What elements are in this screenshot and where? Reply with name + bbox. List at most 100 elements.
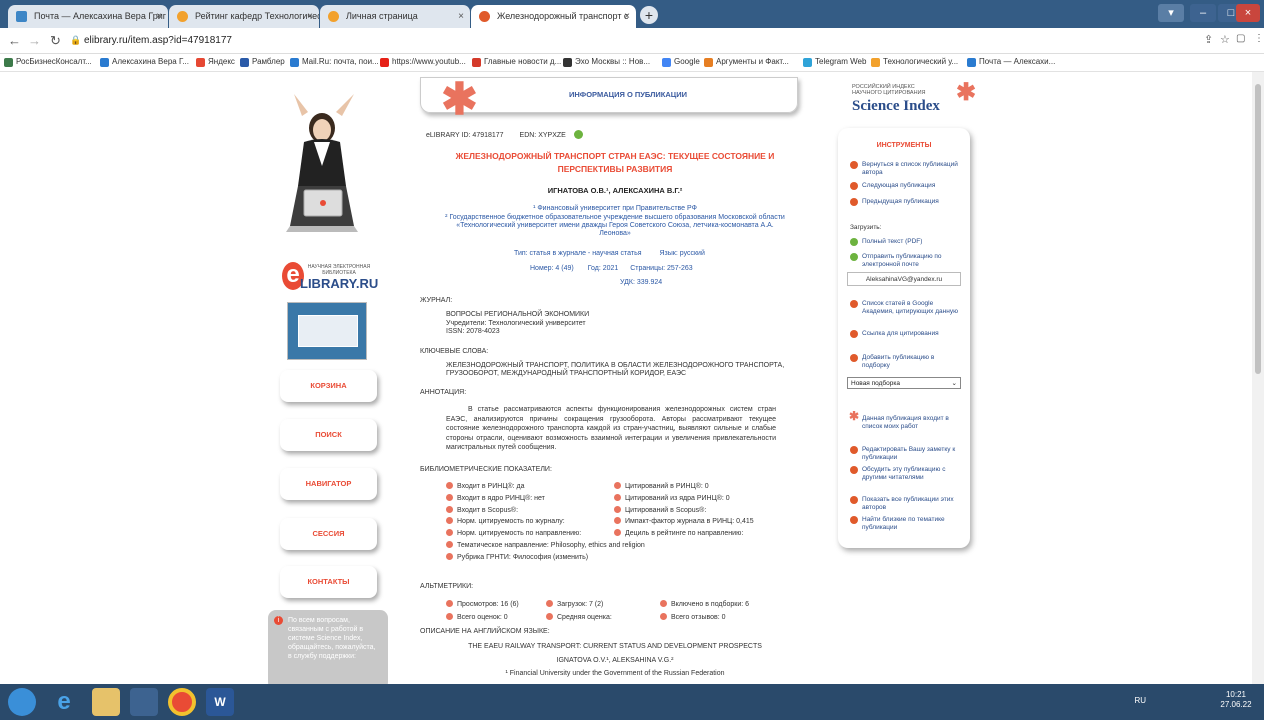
sidebar-icon[interactable]: ▢ xyxy=(1236,33,1245,44)
science-index-logo[interactable]: РОССИЙСКИЙ ИНДЕКС НАУЧНОГО ЦИТИРОВАНИЯ S… xyxy=(852,79,976,120)
bookmark-item[interactable]: Mail.Ru: почта, пои... xyxy=(290,57,379,67)
close-icon[interactable]: × xyxy=(624,5,630,28)
cart-button[interactable]: КОРЗИНА xyxy=(280,370,377,402)
show-all-link[interactable]: Показать все публикации этих авторов xyxy=(850,496,962,512)
close-window-icon[interactable]: × xyxy=(1236,4,1260,22)
scrollbar-thumb[interactable] xyxy=(1255,84,1261,374)
alt-text: Средняя оценка: xyxy=(557,614,612,621)
bookmark-item[interactable]: Эхо Москвы :: Нов... xyxy=(563,57,650,67)
help-icon[interactable] xyxy=(446,493,453,501)
altmetrics-label: АЛЬТМЕТРИКИ: xyxy=(420,583,474,590)
navigator-button[interactable]: НАВИГАТОР xyxy=(280,468,377,500)
help-icon[interactable] xyxy=(446,482,453,489)
folder-icon[interactable] xyxy=(92,688,120,716)
collection-select[interactable]: Новая подборка ⌄ xyxy=(847,377,961,389)
bookmark-item[interactable]: Google xyxy=(662,57,700,67)
taskbar: e W RU 10:21 27.06.22 xyxy=(0,684,1264,720)
clock[interactable]: 10:21 27.06.22 xyxy=(1216,690,1256,710)
media-icon[interactable] xyxy=(130,688,158,716)
contacts-button[interactable]: КОНТАКТЫ xyxy=(280,566,377,598)
add-to-collection-link[interactable]: Добавить публикацию в подборку xyxy=(850,354,962,370)
cite-link[interactable]: Ссылка для цитирования xyxy=(850,330,962,338)
edit-note-link[interactable]: Редактировать Вашу заметку к публикации xyxy=(850,446,962,462)
tab-current[interactable]: Железнодорожный транспорт с × xyxy=(471,5,636,28)
close-icon[interactable]: × xyxy=(307,5,313,28)
help-icon[interactable] xyxy=(614,505,621,513)
profile-icon[interactable]: ▾ xyxy=(1158,4,1184,22)
help-icon[interactable] xyxy=(546,613,553,620)
bookmark-item[interactable]: Главные новости д... xyxy=(472,57,561,67)
help-icon[interactable] xyxy=(446,600,453,607)
star-icon[interactable]: ☆ xyxy=(1220,33,1230,46)
journal-cover-thumbnail[interactable] xyxy=(287,302,367,360)
reload-icon[interactable]: ↻ xyxy=(50,33,61,49)
help-icon[interactable] xyxy=(614,493,621,501)
forward-icon[interactable]: → xyxy=(28,33,41,48)
search-button[interactable]: ПОИСК xyxy=(280,419,377,451)
help-icon[interactable] xyxy=(546,600,553,607)
bookmark-item[interactable]: Алексахина Вера Г... xyxy=(100,57,189,67)
new-tab-button[interactable]: + xyxy=(640,6,658,24)
biblio-text: Норм. цитируемость по журналу: xyxy=(457,518,565,526)
help-icon[interactable] xyxy=(614,482,621,489)
find-similar-link[interactable]: Найти близкие по тематике публикации xyxy=(850,516,962,532)
menu-icon[interactable]: ⋮ xyxy=(1254,33,1264,44)
word-icon[interactable]: W xyxy=(206,688,234,716)
ie-icon[interactable]: e xyxy=(50,688,78,716)
help-icon[interactable] xyxy=(614,529,621,537)
help-icon[interactable] xyxy=(446,505,453,513)
authors[interactable]: ИГНАТОВА О.В.¹, АЛЕКСАХИНА В.Г.² xyxy=(420,186,810,195)
journal-name[interactable]: ВОПРОСЫ РЕГИОНАЛЬНОЙ ЭКОНОМИКИ xyxy=(446,311,589,318)
affiliation-2[interactable]: ² Государственное бюджетное образователь… xyxy=(440,214,790,238)
full-text-link[interactable]: Полный текст (PDF) xyxy=(850,238,962,246)
language-indicator[interactable]: RU xyxy=(1134,696,1146,705)
bookmark-item[interactable]: РосБизнесКонсалт... xyxy=(4,57,92,67)
biblio-item: Цитирований в РИНЦ®: 0 xyxy=(614,481,814,493)
back-to-list-link[interactable]: Вернуться в список публикаций автора xyxy=(850,161,962,177)
send-email-link[interactable]: Отправить публикацию по электронной почт… xyxy=(850,253,962,269)
scrollbar[interactable] xyxy=(1252,72,1264,684)
help-icon[interactable] xyxy=(446,529,453,537)
tab-mail[interactable]: Почта — Алексахина Вера Григ × xyxy=(8,5,168,28)
prev-publication-link[interactable]: Предыдущая публикация xyxy=(850,198,962,206)
bookmark-item[interactable]: https://www.youtub... xyxy=(380,57,466,67)
biblio-text: Цитирований из ядра РИНЦ®: 0 xyxy=(625,494,730,502)
help-icon[interactable] xyxy=(446,552,453,560)
mail-icon xyxy=(16,11,27,22)
start-icon[interactable] xyxy=(8,688,36,716)
help-icon[interactable] xyxy=(660,600,667,607)
bookmark-item[interactable]: Аргументы и Факт... xyxy=(704,57,789,67)
help-icon[interactable] xyxy=(446,517,453,525)
affiliation-1[interactable]: ¹ Финансовый университет при Правительст… xyxy=(420,205,810,212)
close-icon[interactable]: × xyxy=(458,5,464,28)
back-icon[interactable]: ← xyxy=(8,33,21,48)
share-icon[interactable]: ⇪ xyxy=(1204,33,1213,46)
elibrary-logo[interactable]: e НАУЧНАЯ ЭЛЕКТРОННАЯ БИБЛИОТЕКА LIBRARY… xyxy=(282,262,378,292)
help-icon[interactable] xyxy=(446,540,453,548)
email-field[interactable]: AleksahinaVG@yandex.ru xyxy=(847,272,961,286)
keywords-text[interactable]: ЖЕЛЕЗНОДОРОЖНЫЙ ТРАНСПОРТ, ПОЛИТИКА В ОБ… xyxy=(446,362,796,378)
english-affiliation[interactable]: ¹ Financial University under the Governm… xyxy=(420,670,810,677)
bookmark-item[interactable]: Рамблер xyxy=(240,57,285,67)
next-publication-link[interactable]: Следующая публикация xyxy=(850,182,962,190)
help-icon[interactable] xyxy=(614,517,621,525)
help-icon[interactable] xyxy=(660,613,667,620)
url-input[interactable]: elibrary.ru/item.asp?id=47918177 xyxy=(80,32,1200,50)
english-authors[interactable]: IGNATOVA O.V.¹, ALEKSAHINA V.G.² xyxy=(420,657,810,664)
close-icon[interactable]: × xyxy=(156,5,162,28)
bookmark-item[interactable]: Telegram Web xyxy=(803,57,866,67)
bookmark-item[interactable]: Почта — Алексахи... xyxy=(967,57,1055,67)
session-button[interactable]: СЕССИЯ xyxy=(280,518,377,550)
google-scholar-link[interactable]: Список статей в Google Академия, цитирую… xyxy=(850,300,962,316)
bookmark-item[interactable]: Яндекс xyxy=(196,57,235,67)
minimize-icon[interactable]: – xyxy=(1190,4,1216,22)
bookmark-item[interactable]: Технологический у... xyxy=(871,57,958,67)
annotation-text: В статье рассматриваются аспекты функцио… xyxy=(446,406,776,451)
issue-number[interactable]: Номер: 4 (49) xyxy=(530,265,574,272)
tab-personal[interactable]: Личная страница × xyxy=(320,5,470,28)
help-icon[interactable] xyxy=(446,613,453,620)
discuss-link[interactable]: Обсудить эту публикацию с другими читате… xyxy=(850,466,962,482)
tab-rating[interactable]: Рейтинг кафедр Технологическо × xyxy=(169,5,319,28)
in-my-works[interactable]: ✱ Данная публикация входит в список моих … xyxy=(849,410,962,431)
chrome-icon[interactable] xyxy=(168,688,196,716)
